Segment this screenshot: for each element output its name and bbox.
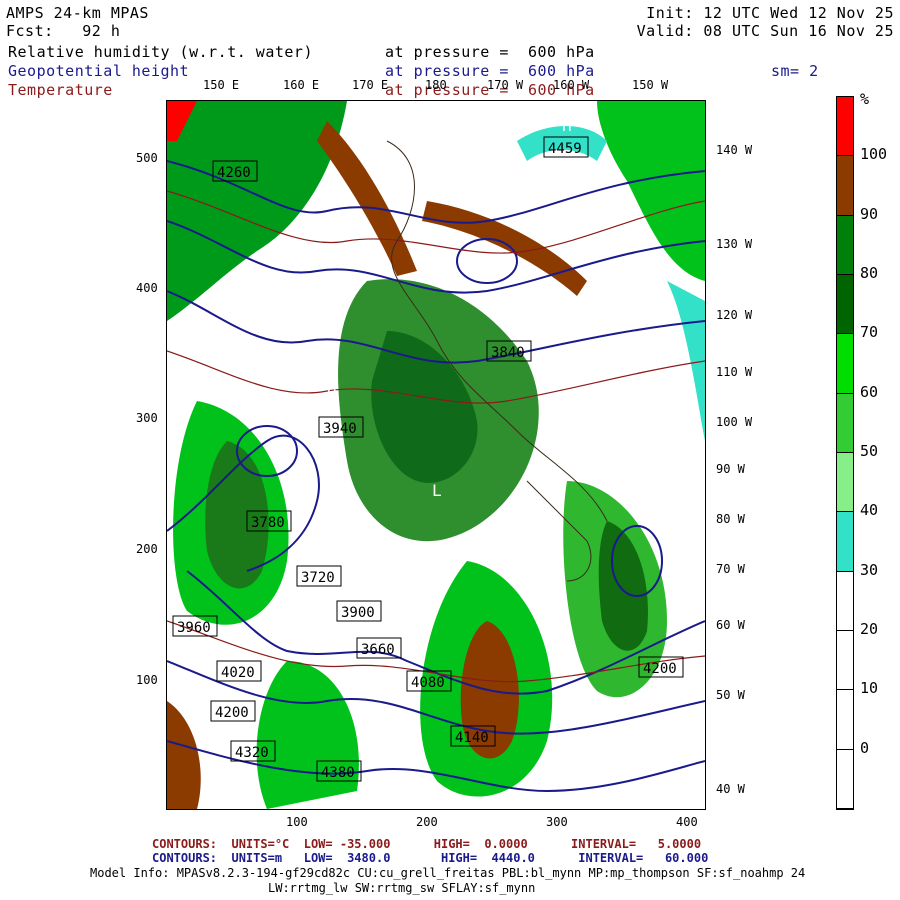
colorbar bbox=[836, 96, 854, 810]
colorbar-segment bbox=[837, 631, 853, 691]
smoothing-label: sm= 2 bbox=[771, 62, 819, 80]
lon-label-top-3: 170 E bbox=[352, 78, 389, 92]
y-tick-500: 500 bbox=[136, 151, 158, 165]
lon-label-right-5: 100 W bbox=[716, 415, 753, 429]
lon-label-top-4: 180 bbox=[425, 78, 447, 92]
lon-label-right-11: 40 W bbox=[716, 782, 745, 796]
colorbar-segment bbox=[837, 275, 853, 335]
forecast-label-text: Fcst: bbox=[6, 22, 54, 40]
lon-label-right-6: 90 W bbox=[716, 462, 745, 476]
y-tick-200: 200 bbox=[136, 542, 158, 556]
colorbar-segment bbox=[837, 453, 853, 513]
x-tick-300: 300 bbox=[546, 815, 568, 829]
colorbar-segment bbox=[837, 393, 853, 453]
colorbar-segment bbox=[837, 97, 853, 157]
temperature-contour-info: CONTOURS: UNITS=°C LOW= -35.000 HIGH= 0.… bbox=[152, 837, 702, 851]
lon-label-top-5: 170 W bbox=[487, 78, 524, 92]
field-name-height: Geopotential height bbox=[8, 62, 190, 80]
weather-map-svg: H L H L 4260 4380 4200 4320 4140 4080 40… bbox=[167, 101, 705, 809]
x-tick-400: 400 bbox=[676, 815, 698, 829]
height-label-text: 3720 bbox=[301, 570, 335, 586]
height-label-text: 4140 bbox=[455, 730, 489, 746]
height-label-text: 4380 bbox=[321, 765, 355, 781]
colorbar-segment bbox=[837, 749, 853, 809]
y-tick-300: 300 bbox=[136, 411, 158, 425]
height-label-text: 3780 bbox=[251, 515, 285, 531]
low-center-marker: L bbox=[477, 166, 487, 185]
height-label-text: 4020 bbox=[221, 665, 255, 681]
lon-label-right-1: 140 W bbox=[716, 143, 753, 157]
colorbar-tick-label: 100 bbox=[860, 145, 888, 164]
colorbar-segment bbox=[837, 690, 853, 750]
y-tick-100: 100 bbox=[136, 673, 158, 687]
colorbar-tick-label: 0 bbox=[860, 738, 870, 757]
model-info: Model Info: MPASv8.2.3-194-gf29cd82c CU:… bbox=[90, 866, 806, 880]
high-center-marker: H bbox=[327, 386, 337, 405]
init-time: Init: 12 UTC Wed 12 Nov 25 bbox=[646, 4, 894, 22]
low-center-marker: L bbox=[432, 481, 442, 500]
colorbar-tick-label: 50 bbox=[860, 442, 879, 460]
height-label-text: 4320 bbox=[235, 745, 269, 761]
colorbar-tick-label: 90 bbox=[860, 204, 879, 223]
height-label-text: 4260 bbox=[217, 165, 251, 181]
lon-label-right-3: 120 W bbox=[716, 308, 753, 322]
lon-label-right-8: 70 W bbox=[716, 562, 745, 576]
colorbar-tick-label: 40 bbox=[860, 501, 879, 520]
forecast-label: Fcst: 92 h bbox=[6, 22, 120, 40]
colorbar-tick-label: 80 bbox=[860, 264, 879, 282]
colorbar-tick-label: 70 bbox=[860, 323, 879, 342]
height-label-text: 3900 bbox=[341, 605, 375, 621]
lon-label-right-7: 80 W bbox=[716, 512, 745, 526]
x-tick-200: 200 bbox=[416, 815, 438, 829]
model-title: AMPS 24-km MPAS bbox=[6, 4, 149, 22]
lon-label-right-2: 130 W bbox=[716, 237, 753, 251]
y-tick-400: 400 bbox=[136, 281, 158, 295]
height-contour-info: CONTOURS: UNITS=m LOW= 3480.0 HIGH= 4440… bbox=[152, 851, 709, 865]
field-name-rh: Relative humidity (w.r.t. water) bbox=[8, 43, 313, 61]
field-at-rh: at pressure = bbox=[385, 43, 509, 61]
height-label-text: 3960 bbox=[177, 620, 211, 636]
lon-label-top-2: 160 E bbox=[283, 78, 320, 92]
field-value-rh: 600 hPa bbox=[527, 43, 595, 61]
lon-label-top-6: 160 W bbox=[553, 78, 590, 92]
height-label-text: 4200 bbox=[643, 661, 677, 677]
x-tick-100: 100 bbox=[286, 815, 308, 829]
model-info-physics: LW:rrtmg_lw SW:rrtmg_sw SFLAY:sf_mynn bbox=[268, 881, 536, 895]
weather-map: H L H L 4260 4380 4200 4320 4140 4080 40… bbox=[166, 100, 706, 810]
colorbar-segment bbox=[837, 215, 853, 275]
valid-time: Valid: 08 UTC Sun 16 Nov 25 bbox=[636, 22, 894, 40]
height-label-text: 3660 bbox=[361, 642, 395, 658]
colorbar-tick-label: 30 bbox=[860, 560, 879, 579]
height-label-text: 4200 bbox=[215, 705, 249, 721]
high-center-marker: H bbox=[562, 116, 572, 135]
colorbar-segment bbox=[837, 571, 853, 631]
lon-label-right-9: 60 W bbox=[716, 618, 745, 632]
lon-label-right-4: 110 W bbox=[716, 365, 753, 379]
height-label-text: 4080 bbox=[411, 675, 445, 691]
colorbar-segment bbox=[837, 512, 853, 572]
colorbar-tick-label: 20 bbox=[860, 620, 879, 638]
height-label-text: 3940 bbox=[323, 421, 357, 437]
colorbar-segment bbox=[837, 334, 853, 394]
colorbar-unit: % bbox=[860, 90, 870, 108]
field-pressure-rh: at pressure = 600 hPa bbox=[385, 43, 595, 61]
lon-label-top-7: 150 W bbox=[632, 78, 669, 92]
lon-label-top-1: 150 E bbox=[203, 78, 240, 92]
height-label-text: 3840 bbox=[491, 345, 525, 361]
colorbar-segment bbox=[837, 156, 853, 216]
colorbar-tick-label: 10 bbox=[860, 679, 879, 698]
field-name-temperature: Temperature bbox=[8, 81, 113, 99]
forecast-hours: 92 h bbox=[82, 22, 121, 40]
colorbar-tick-label: 60 bbox=[860, 382, 879, 401]
height-label-text: 4459 bbox=[548, 141, 582, 157]
lon-label-right-10: 50 W bbox=[716, 688, 745, 702]
